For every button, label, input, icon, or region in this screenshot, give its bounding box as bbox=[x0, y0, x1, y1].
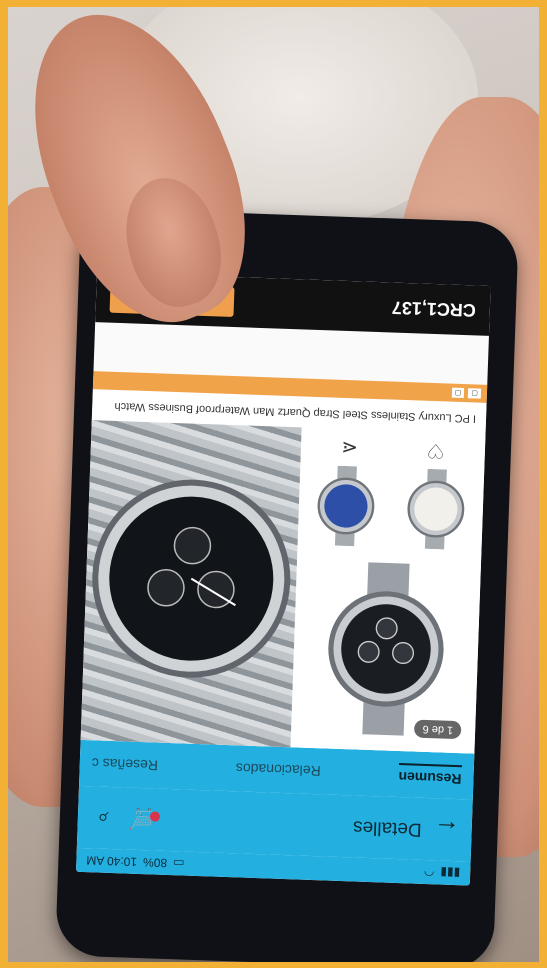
tab-relacionados[interactable]: Relacionados bbox=[236, 760, 321, 779]
thumbnail-watch-white[interactable] bbox=[394, 468, 479, 551]
status-icons: ▮▮▮ ◠ bbox=[424, 865, 461, 880]
promo-chip: ▢ bbox=[451, 387, 465, 399]
thumbnail-row bbox=[304, 465, 479, 551]
thumbnail-watch-blue[interactable] bbox=[304, 465, 389, 548]
image-counter: 1 de 6 bbox=[414, 719, 462, 740]
signal-icon: ▮▮▮ bbox=[440, 865, 461, 881]
search-icon[interactable]: ⌕ bbox=[90, 806, 117, 830]
back-arrow-icon[interactable]: ← bbox=[433, 814, 460, 846]
price-label: CRC1,137 bbox=[391, 297, 477, 321]
battery-icon: ▭ bbox=[172, 856, 185, 871]
image-gallery: 1 de 6 ♡ ⋖ bbox=[80, 420, 486, 754]
status-time: 10:40 AM bbox=[86, 853, 138, 869]
phone-screen: ▮▮▮ ◠ ▭ 80% 10:40 AM ← Detalles 🛒 ⌕ Resu… bbox=[76, 272, 491, 886]
promo-chip: ▢ bbox=[468, 388, 482, 399]
share-icon[interactable]: ⋖ bbox=[341, 435, 359, 461]
thumbnail-column: 1 de 6 ♡ ⋖ bbox=[290, 427, 486, 754]
photo-frame: ▮▮▮ ◠ ▭ 80% 10:40 AM ← Detalles 🛒 ⌕ Resu… bbox=[8, 7, 539, 962]
tab-resumen[interactable]: Resumen bbox=[398, 763, 462, 788]
gallery-actions: ♡ ⋖ bbox=[307, 434, 480, 465]
status-right: ▭ 80% 10:40 AM bbox=[86, 853, 185, 870]
cart-badge bbox=[149, 811, 161, 823]
battery-percent: 80% bbox=[142, 855, 168, 870]
toolbar-title: Detalles bbox=[352, 816, 423, 840]
screen-content-upside-down: ▮▮▮ ◠ ▭ 80% 10:40 AM ← Detalles 🛒 ⌕ Resu… bbox=[76, 272, 491, 886]
wifi-icon: ◠ bbox=[423, 864, 435, 880]
tab-resenas[interactable]: Reseñas c bbox=[92, 755, 159, 773]
product-title: I PC Luxury Stainless Steel Strap Quartz… bbox=[114, 399, 477, 425]
cart-icon[interactable]: 🛒 bbox=[127, 806, 161, 832]
phone: ▮▮▮ ◠ ▭ 80% 10:40 AM ← Detalles 🛒 ⌕ Resu… bbox=[55, 207, 519, 962]
thumbnail-watch-black[interactable]: 1 de 6 bbox=[297, 551, 476, 748]
main-product-image[interactable] bbox=[80, 420, 302, 748]
heart-icon[interactable]: ♡ bbox=[426, 438, 445, 464]
